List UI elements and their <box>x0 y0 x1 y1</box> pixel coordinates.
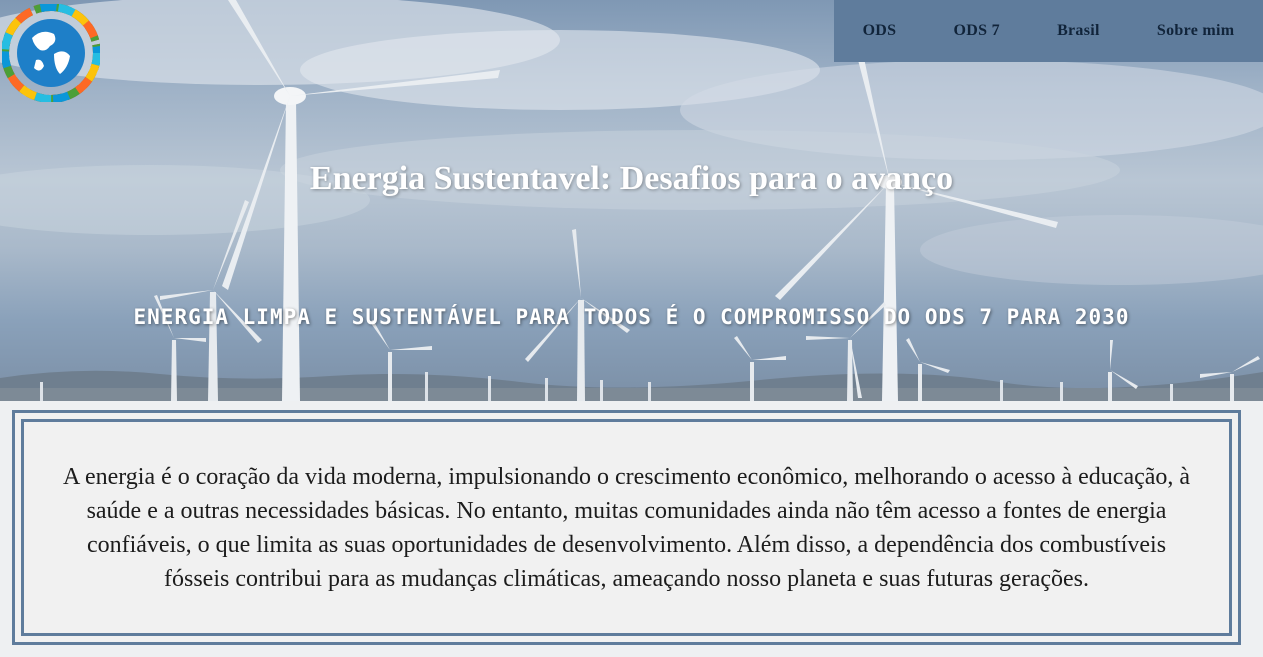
hero-title: Energia Sustentavel: Desafios para o ava… <box>309 160 954 197</box>
top-navigation: ODS ODS 7 Brasil Sobre mim <box>834 0 1263 62</box>
nav-sobre-mim[interactable]: Sobre mim <box>1157 22 1235 40</box>
intro-section: A energia é o coração da vida moderna, i… <box>12 410 1241 645</box>
nav-ods[interactable]: ODS <box>863 22 897 40</box>
sdg-globe-wheel-icon[interactable] <box>2 4 100 102</box>
intro-paragraph: A energia é o coração da vida moderna, i… <box>62 463 1191 592</box>
intro-frame: A energia é o coração da vida moderna, i… <box>21 419 1232 636</box>
nav-ods-7[interactable]: ODS 7 <box>954 22 1000 40</box>
hero-subtitle: ENERGIA LIMPA E SUSTENTÁVEL PARA TODOS É… <box>133 305 1130 329</box>
nav-brasil[interactable]: Brasil <box>1057 22 1100 40</box>
